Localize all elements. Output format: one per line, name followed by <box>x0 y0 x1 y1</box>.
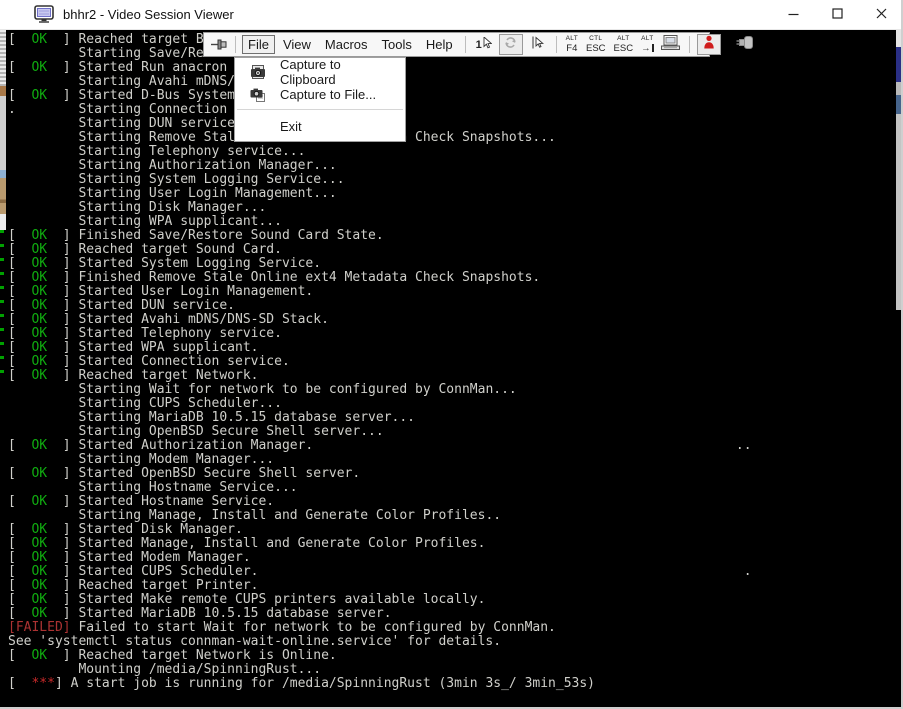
console-line: Starting Hostname Service... <box>8 481 752 495</box>
send-alt-f4-button[interactable]: ALT F4 <box>566 36 578 53</box>
console-line: [ OK ] Finished Remove Stale Online ext4… <box>8 271 752 285</box>
pushpin-icon[interactable] <box>211 38 228 51</box>
send-ctrl-esc-button[interactable]: CTL ESC <box>586 36 606 53</box>
send-alt-tab-button[interactable]: ALT → <box>641 36 654 53</box>
file-menu-dropdown: Capture to Clipboard Capture to File... … <box>234 57 406 142</box>
console-line: [ OK ] Started CUPS Scheduler. . <box>8 565 752 579</box>
console-line: [ OK ] Started Hostname Service. <box>8 495 752 509</box>
console-line: [ OK ] Started Authorization Manager. .. <box>8 439 752 453</box>
console-line: [ OK ] Started Connection service. <box>8 355 752 369</box>
minimize-button[interactable] <box>771 0 815 30</box>
console-line: See 'systemctl status connman-wait-onlin… <box>8 635 752 649</box>
virtual-media-icon <box>736 35 755 55</box>
refresh-button[interactable] <box>499 34 523 55</box>
console-line: Starting MariaDB 10.5.15 database server… <box>8 411 752 425</box>
toolbar-separator <box>235 36 236 53</box>
session-toolbar: File View Macros Tools Help 1 <box>203 32 710 57</box>
app-monitor-icon <box>34 5 54 24</box>
console-line: Starting System Logging Service... <box>8 173 752 187</box>
console-line: [ OK ] Started Telephony service. <box>8 327 752 341</box>
window-title: bhhr2 - Video Session Viewer <box>63 7 234 22</box>
menu-item-exit[interactable]: Exit <box>235 114 405 138</box>
console-line: [ OK ] Reached target Network is Online. <box>8 649 752 663</box>
console-line: [ OK ] Started Make remote CUPS printers… <box>8 593 752 607</box>
menu-macros[interactable]: Macros <box>319 35 374 54</box>
video-session-viewer-window: [ OK ] Reached target Bas Starting Save/… <box>0 0 903 709</box>
menu-tools[interactable]: Tools <box>376 35 418 54</box>
console-line: [ OK ] Started Manage, Install and Gener… <box>8 537 752 551</box>
console-line: [ OK ] Reached target Printer. <box>8 579 752 593</box>
menu-item-label: Capture to File... <box>280 87 376 102</box>
menu-help[interactable]: Help <box>420 35 459 54</box>
console-line: [ OK ] Started WPA supplicant. <box>8 341 752 355</box>
console-line: [ OK ] Reached target Network. <box>8 369 752 383</box>
toolbar-separator <box>689 36 690 53</box>
console-line: Starting Manage, Install and Generate Co… <box>8 509 752 523</box>
console-line: [ OK ] Finished Save/Restore Sound Card … <box>8 229 752 243</box>
menu-item-label: Exit <box>280 119 302 134</box>
console-line: [ OK ] Started OpenBSD Secure Shell serv… <box>8 467 752 481</box>
send-alt-esc-button[interactable]: ALT ESC <box>614 36 634 53</box>
soft-keyboard-button[interactable] <box>660 35 682 54</box>
console-line: Starting Disk Manager... <box>8 201 752 215</box>
console-line: [ OK ] Started Avahi mDNS/DNS-SD Stack. <box>8 313 752 327</box>
capture-file-icon <box>249 86 267 102</box>
menu-item-capture-to-clipboard[interactable]: Capture to Clipboard <box>235 61 405 83</box>
toolbar-separator <box>465 36 466 53</box>
soft-keyboard-icon <box>661 35 680 55</box>
console-line: Mounting /media/SpinningRust... <box>8 663 752 677</box>
menu-bar: File View Macros Tools Help <box>241 35 460 54</box>
capture-clipboard-icon <box>249 64 267 80</box>
menu-item-label: Capture to Clipboard <box>280 57 397 87</box>
close-icon <box>876 6 887 24</box>
console-line: [ OK ] Started User Login Management. <box>8 285 752 299</box>
single-cursor-button[interactable]: 1 <box>473 35 495 54</box>
menu-separator <box>237 109 403 110</box>
maximize-button[interactable] <box>815 0 859 30</box>
menu-file[interactable]: File <box>242 35 275 54</box>
virtual-media-button[interactable] <box>735 35 757 54</box>
console-line: Starting Wait for network to be configur… <box>8 383 752 397</box>
console-line: Starting CUPS Scheduler... <box>8 397 752 411</box>
menu-view[interactable]: View <box>277 35 317 54</box>
console-line: [ OK ] Started MariaDB 10.5.15 database … <box>8 607 752 621</box>
console-line: [ OK ] Started DUN service. <box>8 299 752 313</box>
console-line: Starting Telephony service... <box>8 145 752 159</box>
console-line: Starting Modem Manager... <box>8 453 752 467</box>
single-cursor-icon <box>483 36 492 54</box>
remote-console-view[interactable]: [ OK ] Reached target Bas Starting Save/… <box>0 30 903 709</box>
console-line: [ ***] A start job is running for /media… <box>8 677 752 691</box>
toolbar-separator <box>556 36 557 53</box>
cursor-align-icon <box>531 36 544 54</box>
console-line: [ OK ] Started System Logging Service. <box>8 257 752 271</box>
console-line: Starting WPA supplicant... <box>8 215 752 229</box>
refresh-icon <box>504 36 517 54</box>
title-bar: bhhr2 - Video Session Viewer <box>0 0 903 30</box>
console-line: [ OK ] Started Disk Manager. <box>8 523 752 537</box>
console-line: [ OK ] Started Modem Manager. <box>8 551 752 565</box>
cursor-align-button[interactable] <box>527 35 549 54</box>
minimize-icon <box>788 6 799 24</box>
user-session-icon <box>703 35 715 54</box>
console-line: Starting Authorization Manager... <box>8 159 752 173</box>
console-line: Starting OpenBSD Secure Shell server... <box>8 425 752 439</box>
console-line: [ OK ] Reached target Sound Card. <box>8 243 752 257</box>
maximize-icon <box>832 6 843 24</box>
close-button[interactable] <box>859 0 903 30</box>
user-session-button[interactable] <box>697 34 721 55</box>
console-line: [FAILED] Failed to start Wait for networ… <box>8 621 752 635</box>
console-line: Starting User Login Management... <box>8 187 752 201</box>
